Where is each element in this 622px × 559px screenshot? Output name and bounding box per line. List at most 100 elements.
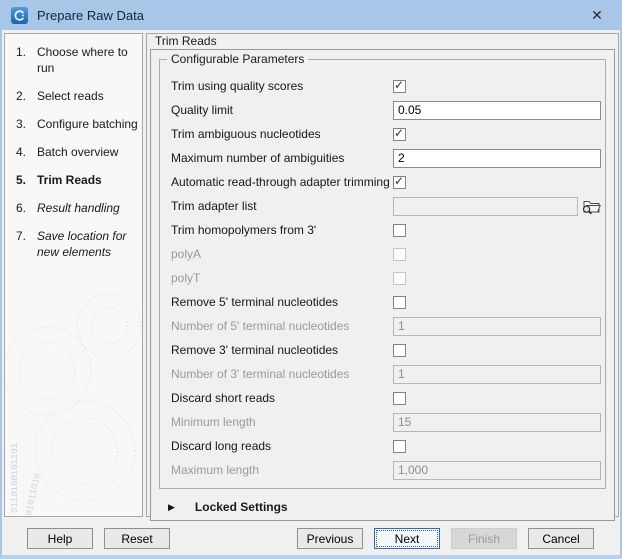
text-input[interactable]: 2 <box>393 149 601 168</box>
checkbox <box>393 272 406 285</box>
checkbox[interactable] <box>393 296 406 309</box>
step-label: Choose where to run <box>37 44 138 76</box>
param-control-cell: ✓ <box>393 128 601 141</box>
step-number: 6. <box>16 200 31 216</box>
step-number: 2. <box>16 88 31 104</box>
next-button[interactable]: Next <box>374 528 440 549</box>
param-control-cell: 1,000 <box>393 461 601 480</box>
param-row: Trim homopolymers from 3' <box>171 218 601 242</box>
checkbox <box>393 248 406 261</box>
step-number: 1. <box>16 44 31 76</box>
step-number: 4. <box>16 144 31 160</box>
param-control-cell: 0.05 <box>393 101 601 120</box>
checkbox[interactable]: ✓ <box>393 176 406 189</box>
checkmark-icon: ✓ <box>394 78 404 92</box>
wizard-steps: 1.Choose where to run 2.Select reads 3.Con… <box>5 44 142 260</box>
param-control-cell <box>393 440 601 453</box>
param-row: Remove 5' terminal nucleotides <box>171 290 601 314</box>
checkbox[interactable] <box>393 224 406 237</box>
checkbox[interactable] <box>393 344 406 357</box>
page-content: Configurable Parameters Trim using quali… <box>150 49 615 521</box>
wizard-page: Trim Reads Configurable Parameters Trim … <box>146 33 619 517</box>
param-label: Minimum length <box>171 415 393 429</box>
param-label: Maximum number of ambiguities <box>171 151 393 165</box>
reset-button[interactable]: Reset <box>104 528 170 549</box>
param-label: Automatic read-through adapter trimming <box>171 175 393 189</box>
parameter-rows: Trim using quality scores✓Quality limit0… <box>171 74 601 482</box>
param-label: polyT <box>171 271 393 285</box>
checkbox[interactable]: ✓ <box>393 80 406 93</box>
param-control-cell <box>393 344 601 357</box>
checkmark-icon: ✓ <box>394 174 404 188</box>
finish-button: Finish <box>451 528 517 549</box>
svg-text:01011010: 01011010 <box>24 472 43 516</box>
page-title: Trim Reads <box>147 34 618 49</box>
param-label: Trim adapter list <box>171 199 393 213</box>
close-button[interactable]: ✕ <box>584 4 610 26</box>
param-control-cell <box>393 296 601 309</box>
param-control-cell <box>393 197 601 216</box>
checkbox[interactable]: ✓ <box>393 128 406 141</box>
param-control-cell <box>393 248 601 261</box>
param-label: Trim using quality scores <box>171 79 393 93</box>
app-icon <box>11 7 28 24</box>
text-input: 1 <box>393 317 601 336</box>
configurable-parameters-group: Configurable Parameters Trim using quali… <box>159 59 606 489</box>
param-row: polyT <box>171 266 601 290</box>
browse-adapter-list-icon[interactable] <box>581 197 601 215</box>
text-input: 1,000 <box>393 461 601 480</box>
param-label: Quality limit <box>171 103 393 117</box>
param-row: Trim using quality scores✓ <box>171 74 601 98</box>
window-title: Prepare Raw Data <box>37 8 144 23</box>
param-row: Discard long reads <box>171 434 601 458</box>
param-label: Discard short reads <box>171 391 393 405</box>
param-row: polyA <box>171 242 601 266</box>
param-label: Maximum length <box>171 463 393 477</box>
collapse-triangle-icon: ▶ <box>168 502 175 513</box>
param-row: Maximum number of ambiguities2 <box>171 146 601 170</box>
param-control-cell: ✓ <box>393 176 601 189</box>
locked-settings-label: Locked Settings <box>195 500 288 514</box>
param-row: Remove 3' terminal nucleotides <box>171 338 601 362</box>
param-control-cell: 15 <box>393 413 601 432</box>
text-input: 15 <box>393 413 601 432</box>
param-label: Number of 5' terminal nucleotides <box>171 319 393 333</box>
sidebar-step-6: 6.Result handling <box>5 200 142 216</box>
param-row: Minimum length15 <box>171 410 601 434</box>
param-row: Number of 5' terminal nucleotides1 <box>171 314 601 338</box>
text-input[interactable]: 0.05 <box>393 101 601 120</box>
cancel-button[interactable]: Cancel <box>528 528 594 549</box>
prepare-raw-data-dialog: Prepare Raw Data ✕ 1.Choose where to run… <box>0 0 622 559</box>
param-label: Remove 5' terminal nucleotides <box>171 295 393 309</box>
help-button[interactable]: Help <box>27 528 93 549</box>
sidebar-step-3: 3.Configure batching <box>5 116 142 132</box>
sidebar-step-2: 2.Select reads <box>5 88 142 104</box>
wizard-sidebar: 1.Choose where to run 2.Select reads 3.Con… <box>4 33 143 517</box>
param-row: Trim adapter list <box>171 194 601 218</box>
param-row: Number of 3' terminal nucleotides1 <box>171 362 601 386</box>
param-row: Automatic read-through adapter trimming✓ <box>171 170 601 194</box>
group-title: Configurable Parameters <box>167 52 308 66</box>
text-input <box>393 197 578 216</box>
locked-settings-toggle[interactable]: ▶ Locked Settings <box>168 500 608 514</box>
param-row: Trim ambiguous nucleotides✓ <box>171 122 601 146</box>
left-button-group: Help Reset <box>27 528 170 549</box>
param-control-cell <box>393 224 601 237</box>
param-control-cell <box>393 392 601 405</box>
checkbox[interactable] <box>393 440 406 453</box>
param-label: Remove 3' terminal nucleotides <box>171 343 393 357</box>
param-row: Maximum length1,000 <box>171 458 601 482</box>
step-label: Save location for new elements <box>37 228 138 260</box>
param-label: Discard long reads <box>171 439 393 453</box>
param-control-cell <box>393 272 601 285</box>
param-label: Trim homopolymers from 3' <box>171 223 393 237</box>
right-button-group: Previous Next Finish Cancel <box>297 528 594 549</box>
checkmark-icon: ✓ <box>394 126 404 140</box>
dialog-body: 1.Choose where to run 2.Select reads 3.Con… <box>2 30 620 517</box>
param-label: Number of 3' terminal nucleotides <box>171 367 393 381</box>
checkbox[interactable] <box>393 392 406 405</box>
title-bar: Prepare Raw Data ✕ <box>2 0 620 30</box>
param-control-cell: 1 <box>393 317 601 336</box>
previous-button[interactable]: Previous <box>297 528 363 549</box>
param-control-cell: 1 <box>393 365 601 384</box>
